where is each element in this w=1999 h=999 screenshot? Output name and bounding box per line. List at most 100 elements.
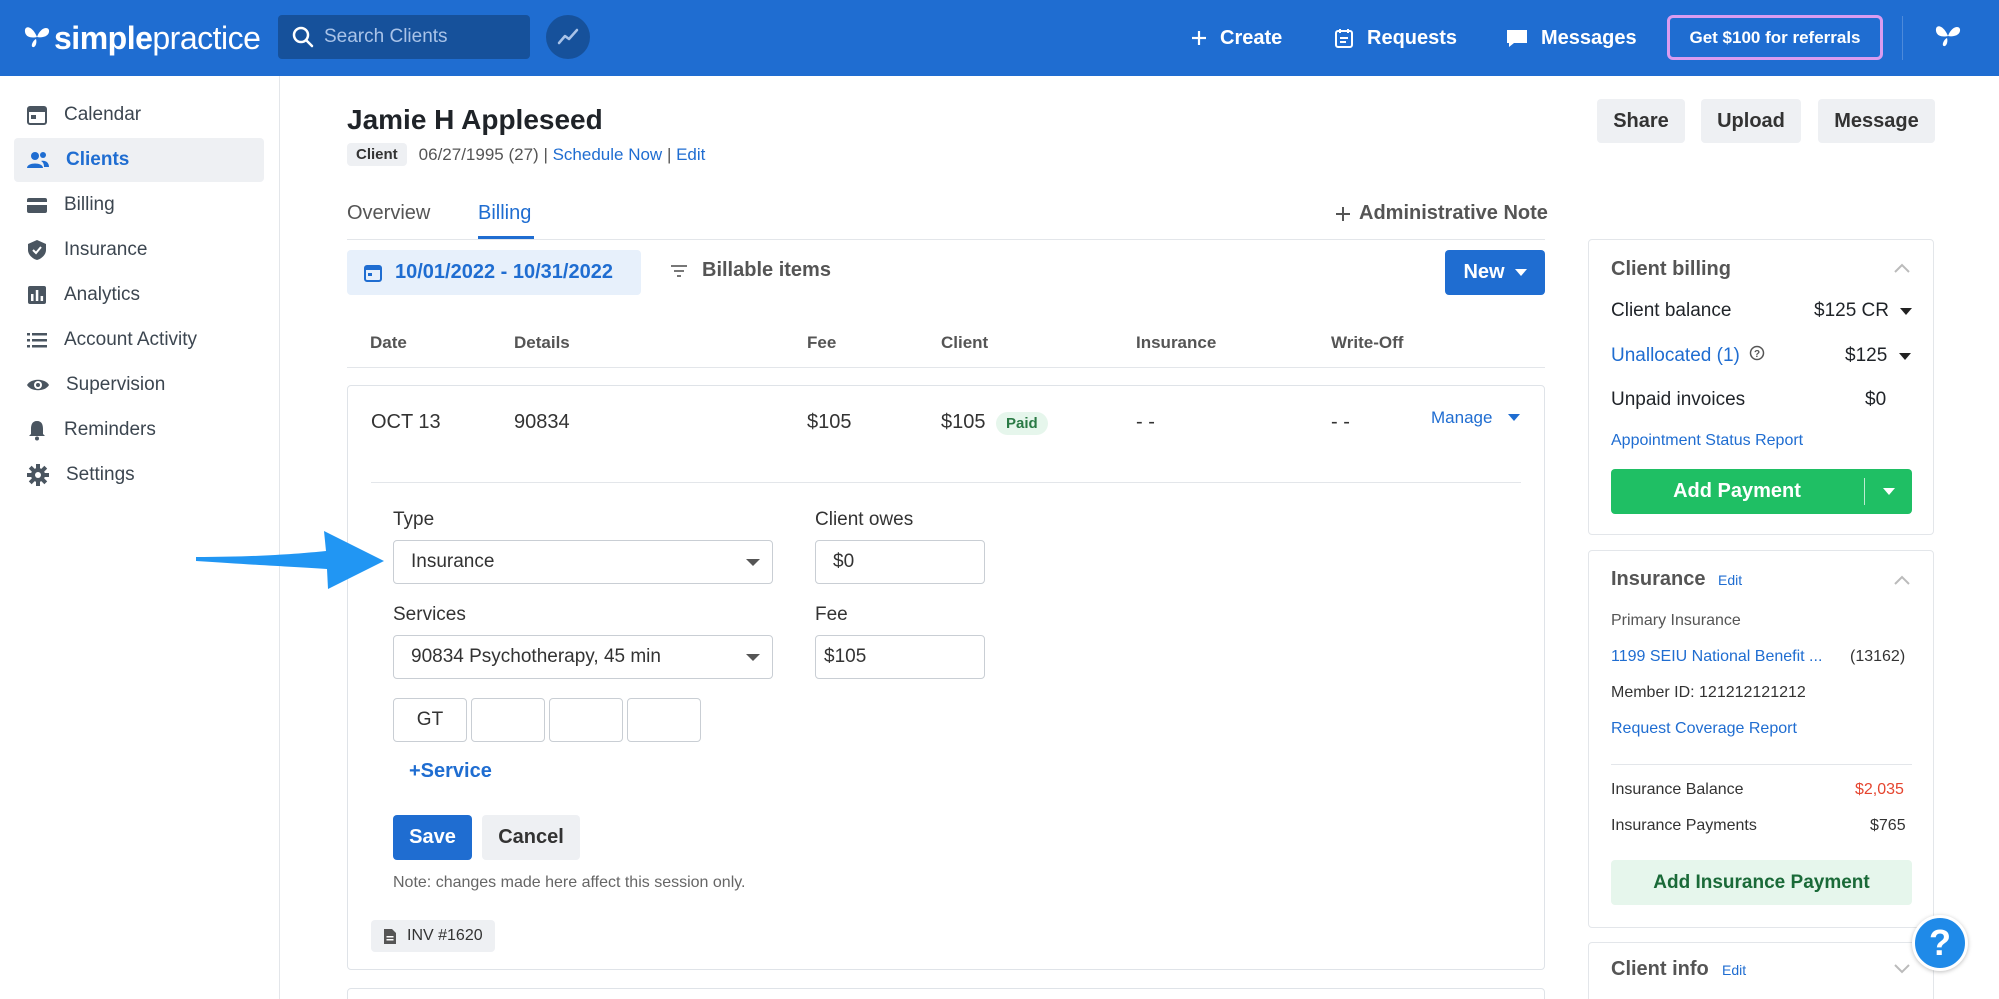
create-button[interactable]: Create [1190,0,1282,76]
logo-text-bold: simple [54,19,153,56]
row-client-amount: $105 [941,411,986,433]
calendar-icon [364,264,382,282]
sidebar-item-account-activity[interactable]: Account Activity [14,318,264,362]
invoice-badge[interactable]: INV #1620 [371,920,495,952]
billable-items-label: Billable items [702,259,831,281]
unallocated-value: $125 [1845,345,1888,366]
sidebar-item-clients[interactable]: Clients [14,138,264,182]
bar-chart-icon [28,286,46,304]
next-row-card [347,988,1545,999]
type-select-value: Insurance [411,551,495,572]
butterfly-menu-icon[interactable] [1932,22,1964,52]
column-header-fee: Fee [807,333,837,352]
caret-down-icon [1508,414,1521,421]
manage-dropdown[interactable]: Manage [1431,408,1521,428]
top-bar: simplepractice Create Requests [0,0,1999,76]
client-info-title: Client info [1611,958,1709,980]
chevron-up-icon[interactable] [1893,262,1911,274]
save-button[interactable]: Save [393,815,472,860]
modifier-input-1[interactable]: GT [393,698,467,742]
plus-icon [1336,206,1350,221]
appointment-status-report-link[interactable]: Appointment Status Report [1611,432,1803,450]
search-box[interactable] [278,15,530,59]
administrative-note-button[interactable]: Administrative Note [1335,202,1548,225]
sidebar-item-settings[interactable]: Settings [14,453,264,497]
sidebar-item-supervision[interactable]: Supervision [14,363,264,407]
logo-text-light: practice [152,19,261,56]
filter-icon [671,264,687,277]
requests-button[interactable]: Requests [1333,0,1457,76]
help-button[interactable]: ? [1912,915,1968,971]
caret-down-icon[interactable] [1883,488,1895,496]
add-insurance-payment-button[interactable]: Add Insurance Payment [1611,860,1912,905]
share-button[interactable]: Share [1597,99,1685,143]
insurance-payer-link[interactable]: 1199 SEIU National Benefit ... [1611,648,1822,666]
client-badge: Client [347,143,407,166]
client-info-edit-link[interactable]: Edit [1722,962,1746,978]
caret-down-icon [1514,268,1527,276]
sidebar-item-calendar[interactable]: Calendar [14,93,264,137]
unallocated-dropdown[interactable]: $125 [1845,345,1911,367]
chat-bubble-icon [1507,30,1527,47]
credit-card-icon [27,198,47,213]
client-balance-dropdown[interactable]: $125 CR [1814,300,1913,322]
manage-label: Manage [1431,408,1493,427]
unallocated-label: Unallocated (1) [1611,345,1740,366]
meta-separator: | [662,144,677,164]
request-coverage-report-link[interactable]: Request Coverage Report [1611,720,1797,738]
referral-button[interactable]: Get $100 for referrals [1667,15,1883,60]
tab-overview[interactable]: Overview [347,202,430,225]
svg-text:?: ? [1754,349,1760,360]
client-name: Jamie H Appleseed [347,104,603,135]
chevron-down-icon[interactable] [1893,962,1911,974]
invoice-number: INV #1620 [407,927,483,944]
client-owes-input[interactable]: $0 [815,540,985,584]
fee-input[interactable]: $105 [815,635,985,679]
row-details: 90834 [514,411,570,433]
insurance-edit-link[interactable]: Edit [1718,572,1742,588]
add-service-link[interactable]: +Service [409,760,492,783]
add-payment-button[interactable]: Add Payment [1611,469,1912,514]
sidebar-item-label: Reminders [64,419,156,440]
client-billing-title: Client billing [1611,258,1731,280]
simplepractice-logo[interactable]: simple practice [22,18,261,58]
sidebar-item-label: Supervision [66,374,166,395]
date-range-label: 10/01/2022 - 10/31/2022 [395,261,613,283]
modifier-input-2[interactable] [471,698,545,742]
column-header-date: Date [370,333,407,352]
sidebar-item-label: Settings [66,464,135,485]
shield-icon [28,240,46,260]
modifier-input-4[interactable] [627,698,701,742]
type-select[interactable]: Insurance [393,540,773,584]
services-select[interactable]: 90834 Psychotherapy, 45 min [393,635,773,679]
eye-icon [27,379,49,391]
date-range-picker[interactable]: 10/01/2022 - 10/31/2022 [347,250,641,295]
create-label: Create [1220,26,1283,49]
sidebar-item-label: Billing [64,194,115,215]
unallocated-link[interactable]: Unallocated (1) ? [1611,345,1765,367]
message-button[interactable]: Message [1818,99,1935,143]
help-circle-icon[interactable]: ? [1749,345,1765,361]
insurance-payments-label: Insurance Payments [1611,817,1757,834]
cancel-button[interactable]: Cancel [482,815,580,860]
add-payment-label: Add Payment [1673,480,1801,502]
billable-items-filter[interactable]: Billable items [670,259,831,282]
sidebar-item-insurance[interactable]: Insurance [14,228,264,272]
row-write-off: - - [1331,411,1350,433]
modifier-input-3[interactable] [549,698,623,742]
sidebar-item-billing[interactable]: Billing [14,183,264,227]
edit-client-link[interactable]: Edit [676,145,705,165]
tab-billing[interactable]: Billing [478,202,531,225]
messages-button[interactable]: Messages [1505,0,1637,76]
column-header-client: Client [941,333,989,352]
new-button[interactable]: New [1445,250,1545,295]
chevron-up-icon[interactable] [1893,574,1911,586]
sidebar-item-analytics[interactable]: Analytics [14,273,264,317]
schedule-now-link[interactable]: Schedule Now [553,145,663,165]
sidebar-item-reminders[interactable]: Reminders [14,408,264,452]
search-input[interactable] [324,26,524,48]
caret-down-icon [1900,308,1913,315]
insurance-payer-id: (13162) [1850,648,1906,665]
upload-button[interactable]: Upload [1701,99,1801,143]
analytics-shortcut-button[interactable] [546,15,590,59]
